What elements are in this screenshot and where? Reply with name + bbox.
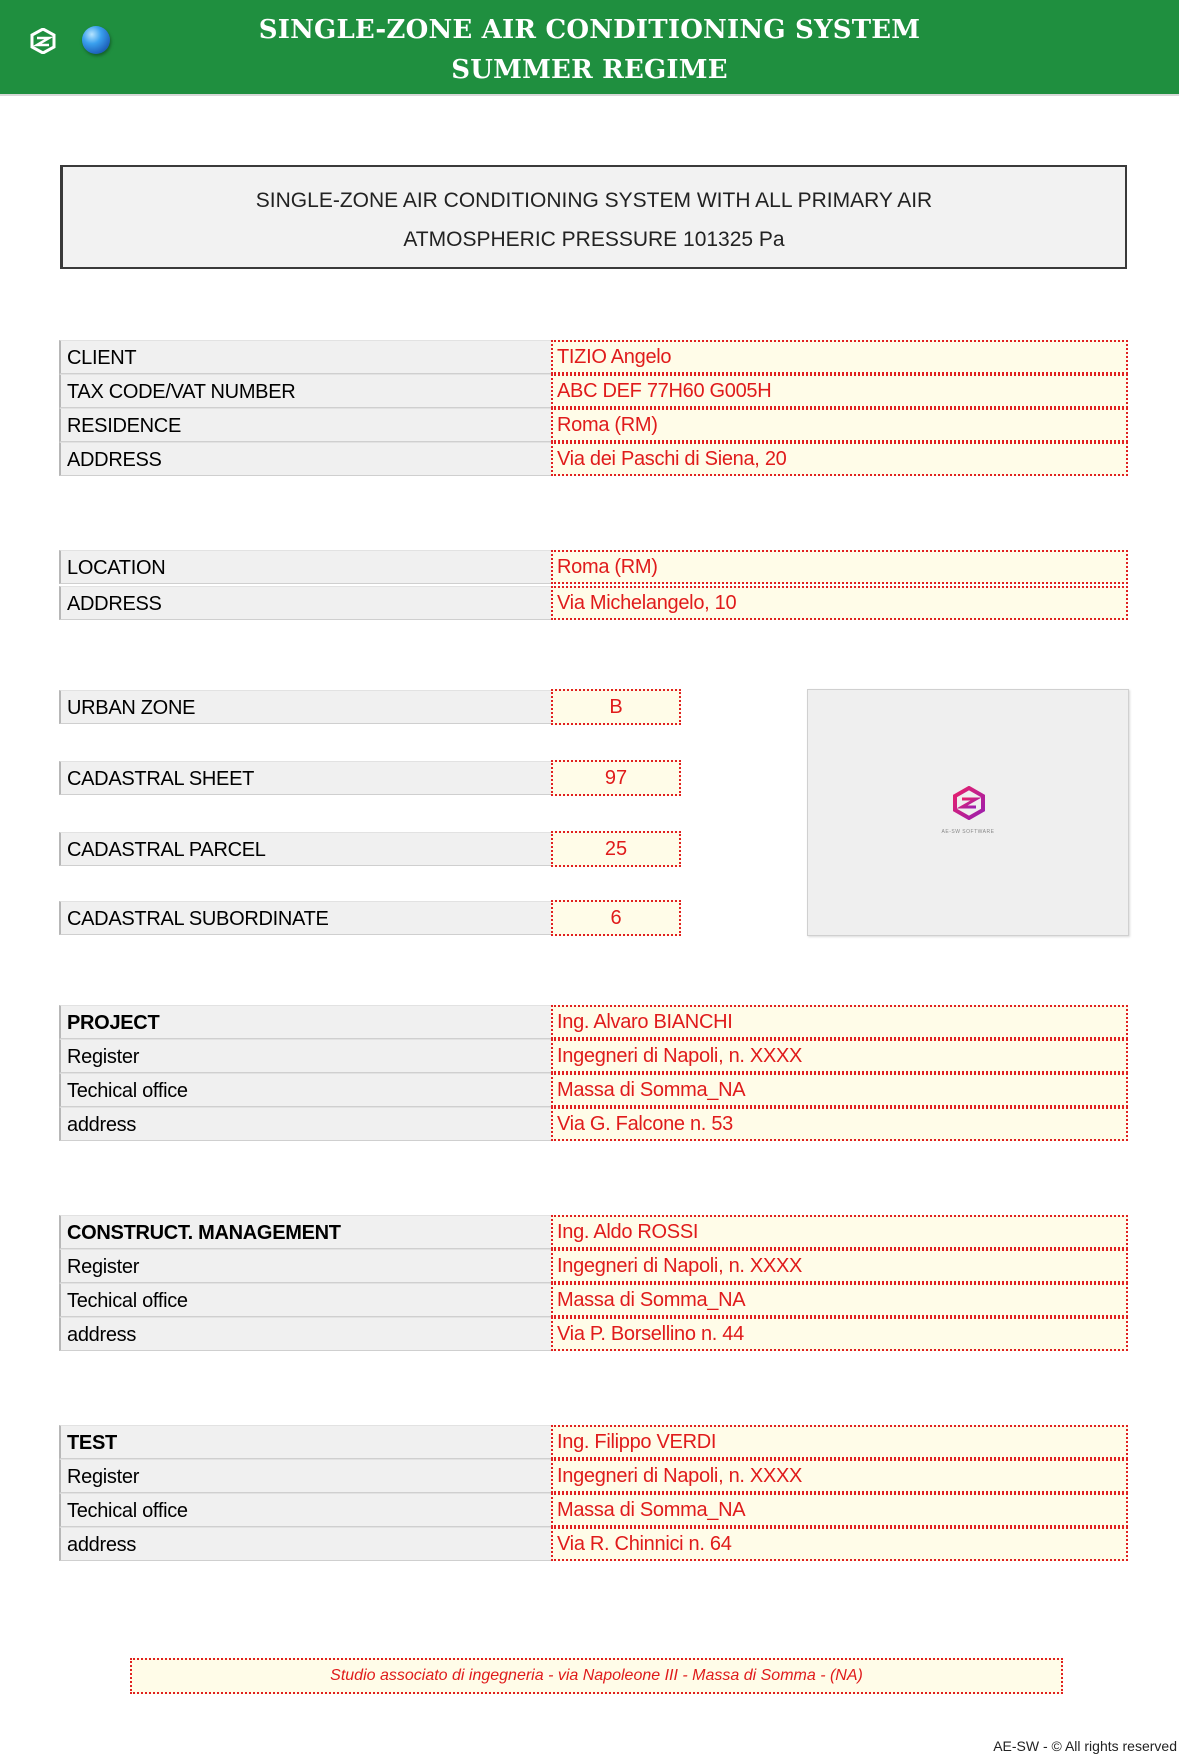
cadastral-subordinate-field[interactable]: 6 [551,900,681,936]
management-office-field[interactable]: Massa di Somma_NA [551,1283,1128,1317]
page-subtitle: SUMMER REGIME [451,55,728,85]
description-line1: SINGLE-ZONE AIR CONDITIONING SYSTEM WITH… [255,189,933,212]
project-address-field[interactable]: Via G. Falcone n. 53 [551,1107,1128,1141]
location-address-label: ADDRESS [59,586,551,620]
test-address-label: address [59,1527,551,1561]
header-banner: SINGLE-ZONE AIR CONDITIONING SYSTEM SUMM… [0,0,1179,96]
copyright-notice: AE-SW - © All rights reserved [993,1738,1177,1754]
management-register-field[interactable]: Ingegneri di Napoli, n. XXXX [551,1249,1128,1283]
page-title: SINGLE-ZONE AIR CONDITIONING SYSTEM [258,15,921,45]
urban-zone-label: URBAN ZONE [59,690,551,724]
project-label: PROJECT [59,1005,551,1039]
urban-zone-field[interactable]: B [551,689,681,725]
project-address-label: address [59,1107,551,1141]
management-address-label: address [59,1317,551,1351]
ae-sw-logo-icon [953,786,985,820]
residence-label: RESIDENCE [59,408,551,442]
client-address-field[interactable]: Via dei Paschi di Siena, 20 [551,442,1128,476]
residence-field[interactable]: Roma (RM) [551,408,1128,442]
project-office-field[interactable]: Massa di Somma_NA [551,1073,1128,1107]
client-address-label: ADDRESS [59,442,551,476]
company-logo-image: AE-SW SOFTWARE [807,689,1129,936]
location-field[interactable]: Roma (RM) [551,550,1128,584]
cadastral-sheet-label: CADASTRAL SHEET [59,761,551,795]
project-register-field[interactable]: Ingegneri di Napoli, n. XXXX [551,1039,1128,1073]
project-office-label: Techical office [59,1073,551,1107]
management-office-label: Techical office [59,1283,551,1317]
management-field[interactable]: Ing. Aldo ROSSI [551,1215,1128,1249]
cadastral-sheet-field[interactable]: 97 [551,760,681,796]
management-register-label: Register [59,1249,551,1283]
client-field[interactable]: TIZIO Angelo [551,340,1128,374]
test-field[interactable]: Ing. Filippo VERDI [551,1425,1128,1459]
location-address-field[interactable]: Via Michelangelo, 10 [551,586,1128,620]
location-label: LOCATION [59,550,551,584]
management-address-field[interactable]: Via P. Borsellino n. 44 [551,1317,1128,1351]
project-register-label: Register [59,1039,551,1073]
cadastral-parcel-label: CADASTRAL PARCEL [59,832,551,866]
cadastral-subordinate-label: CADASTRAL SUBORDINATE [59,901,551,935]
test-address-field[interactable]: Via R. Chinnici n. 64 [551,1527,1128,1561]
logo-caption: AE-SW SOFTWARE [941,829,995,835]
studio-footer-field[interactable]: Studio associato di ingegneria - via Nap… [130,1658,1063,1694]
cadastral-parcel-field[interactable]: 25 [551,831,681,867]
tax-code-label: TAX CODE/VAT NUMBER [59,374,551,408]
test-office-label: Techical office [59,1493,551,1527]
test-register-field[interactable]: Ingegneri di Napoli, n. XXXX [551,1459,1128,1493]
test-register-label: Register [59,1459,551,1493]
client-label: CLIENT [59,340,551,374]
tax-code-field[interactable]: ABC DEF 77H60 G005H [551,374,1128,408]
system-description: SINGLE-ZONE AIR CONDITIONING SYSTEM WITH… [60,165,1127,269]
test-office-field[interactable]: Massa di Somma_NA [551,1493,1128,1527]
description-line2: ATMOSPHERIC PRESSURE 101325 Pa [403,228,785,251]
management-label: CONSTRUCT. MANAGEMENT [59,1215,551,1249]
project-field[interactable]: Ing. Alvaro BIANCHI [551,1005,1128,1039]
test-label: TEST [59,1425,551,1459]
